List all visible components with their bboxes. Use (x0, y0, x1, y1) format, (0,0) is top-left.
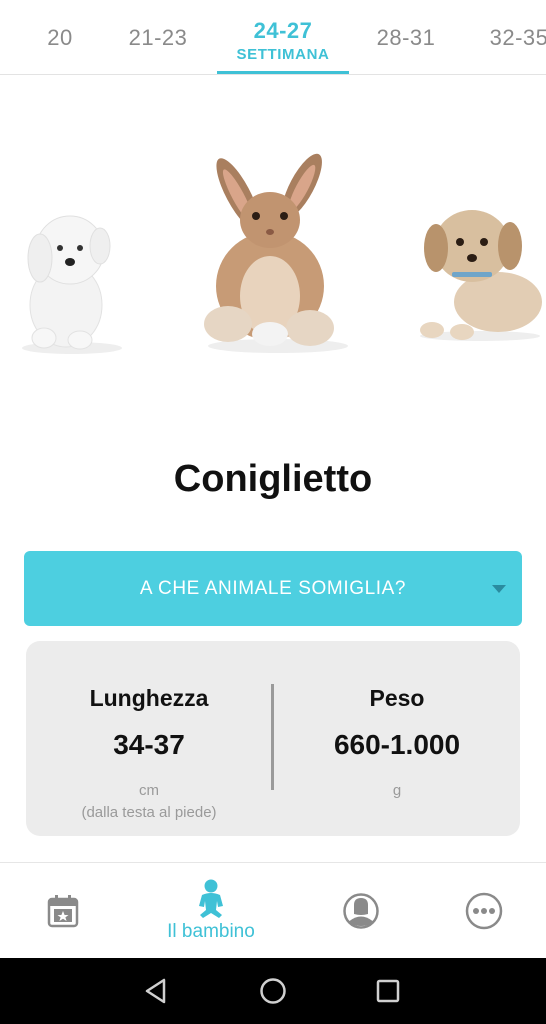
animal-comparison-dropdown[interactable]: A CHE ANIMALE SOMIGLIA? (24, 551, 522, 626)
chevron-down-icon (492, 585, 506, 593)
recents-square-icon (376, 979, 400, 1003)
tab-week-28-31[interactable]: 28-31 (362, 0, 450, 74)
animal-carousel[interactable] (0, 76, 546, 436)
home-circle-icon (260, 978, 286, 1004)
week-tabs: 20 21-23 24-27 SETTIMANA 28-31 32-35 (0, 0, 546, 75)
tab-sublabel: SETTIMANA (236, 46, 330, 63)
tab-label: 20 (47, 24, 73, 50)
white-puppy-image (22, 215, 122, 354)
recents-button[interactable] (358, 958, 418, 1024)
active-tab-indicator (217, 71, 349, 74)
nav-calendar[interactable] (30, 863, 96, 959)
tab-week-32-35[interactable]: 32-35 (474, 0, 546, 74)
length-value: 34-37 (113, 729, 185, 760)
more-icon (465, 892, 503, 930)
tab-week-20[interactable]: 20 (32, 0, 88, 74)
dropdown-label: A CHE ANIMALE SOMIGLIA? (139, 577, 407, 599)
length-note: (dalla testa al piede) (81, 804, 217, 821)
back-triangle-icon (145, 978, 166, 1004)
system-navigation-bar (0, 958, 546, 1024)
size-stats-card: Lunghezza 34-37 cm (dalla testa al piede… (26, 641, 520, 836)
tab-week-21-23[interactable]: 21-23 (112, 0, 204, 74)
weight-stat: Peso 660-1.000 g (274, 641, 520, 836)
tab-label: 28-31 (376, 24, 436, 50)
length-stat: Lunghezza 34-37 cm (dalla testa al piede… (26, 641, 272, 836)
weight-label: Peso (369, 685, 425, 711)
tab-label: 21-23 (128, 24, 188, 50)
nav-baby-label: Il bambino (167, 921, 255, 942)
beige-puppy-image (420, 210, 542, 341)
home-button[interactable] (243, 958, 303, 1024)
tab-week-24-27[interactable]: 24-27 SETTIMANA (217, 0, 349, 74)
weight-unit: g (392, 782, 402, 799)
bottom-navigation: Il bambino (0, 862, 546, 958)
tab-label: 24-27 (253, 18, 313, 43)
baby-icon (199, 879, 223, 918)
length-label: Lunghezza (89, 685, 209, 711)
weight-value: 660-1.000 (333, 729, 461, 760)
profile-icon (343, 893, 379, 929)
nav-profile[interactable] (328, 863, 394, 959)
nav-more[interactable] (451, 863, 517, 959)
animal-name: Coniglietto (173, 458, 373, 500)
back-button[interactable] (126, 958, 186, 1024)
bunny-image (204, 153, 348, 353)
tab-label: 32-35 (489, 24, 546, 50)
calendar-star-icon (47, 895, 79, 928)
length-unit: cm (139, 782, 159, 799)
nav-baby[interactable]: Il bambino (150, 863, 272, 959)
